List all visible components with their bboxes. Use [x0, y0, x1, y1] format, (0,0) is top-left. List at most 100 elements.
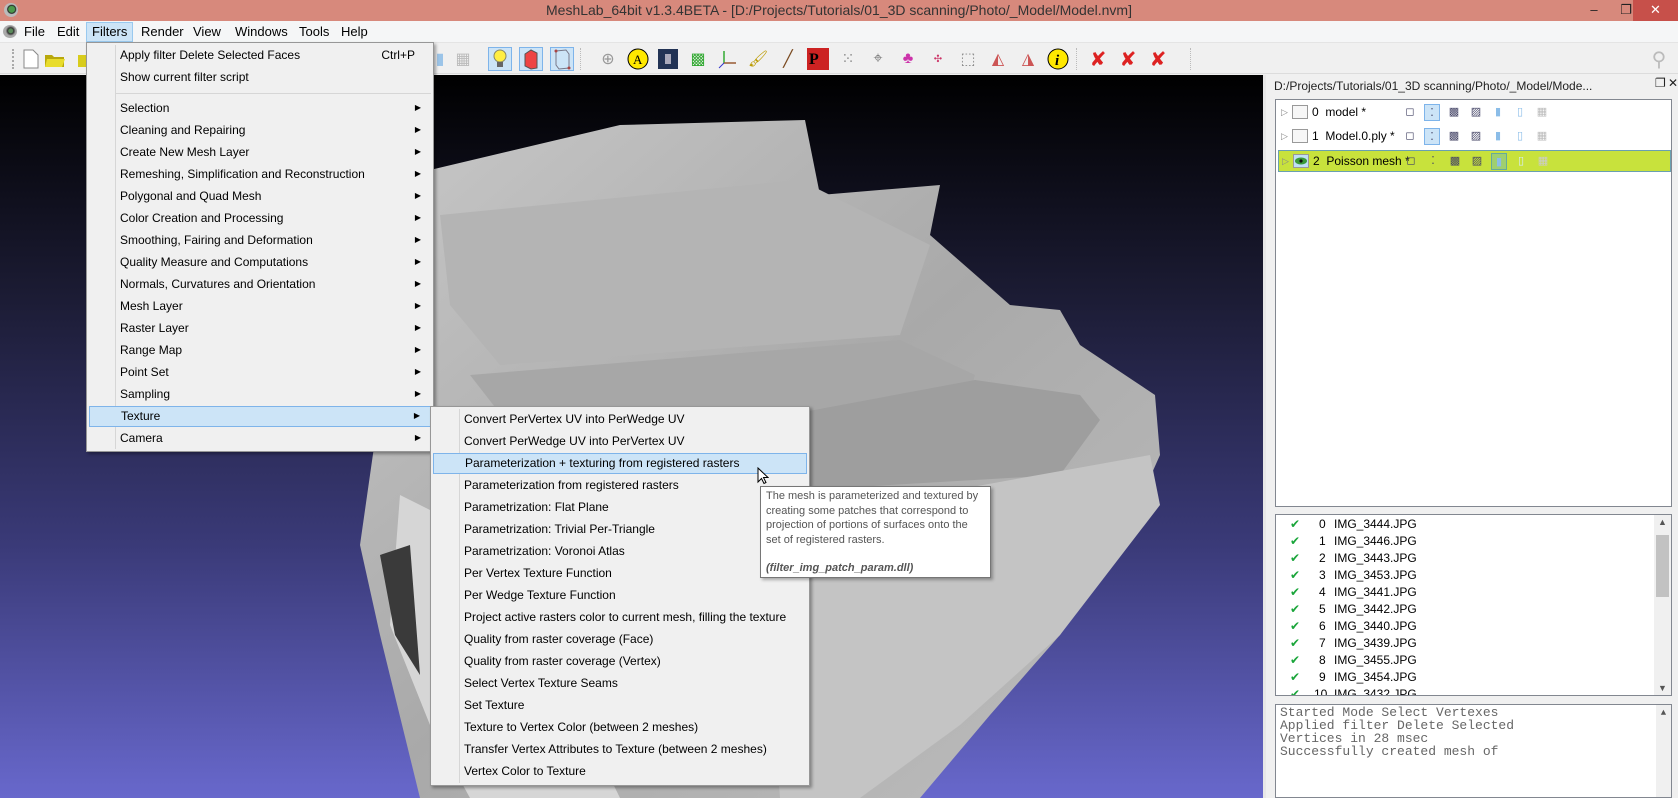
bbox-render-icon[interactable]: ◻ — [1403, 153, 1419, 170]
texture-item[interactable]: Quality from raster coverage (Face) — [433, 629, 807, 650]
texture-item[interactable]: Project active rasters color to current … — [433, 607, 807, 628]
check-icon[interactable]: ✔ — [1290, 534, 1300, 548]
wireframe-render-icon[interactable]: ▩ — [1447, 153, 1463, 170]
select-faces-icon[interactable]: ⬚ — [956, 47, 980, 71]
raster-scrollbar[interactable]: ▲ ▼ — [1654, 515, 1671, 695]
wireframe-render-icon[interactable]: ▩ — [1446, 128, 1462, 145]
flat-render-icon[interactable]: ▮ — [1490, 104, 1506, 121]
backface-icon[interactable] — [519, 47, 543, 71]
texture-item[interactable]: Texture to Vertex Color (between 2 meshe… — [433, 717, 807, 738]
submenu-quality[interactable]: Quality Measure and Computations ▶ — [89, 252, 431, 273]
check-icon[interactable]: ✔ — [1290, 602, 1300, 616]
show-filter-script-item[interactable]: Show current filter script — [89, 67, 431, 88]
dock-close-button[interactable]: ✕ — [1668, 76, 1678, 90]
wireframe-render-icon[interactable]: ▩ — [1446, 104, 1462, 121]
bbox-render-icon[interactable]: ◻ — [1402, 104, 1418, 121]
texture-item[interactable]: Set Texture — [433, 695, 807, 716]
submenu-sampling[interactable]: Sampling ▶ — [89, 384, 431, 405]
toolbar-grip[interactable] — [12, 49, 15, 69]
pick-points-icon[interactable]: P — [806, 47, 830, 71]
paint-bucket-icon[interactable]: 🖌 — [746, 47, 770, 71]
raster-row[interactable]: ✔ 9 IMG_3454.JPG — [1276, 670, 1646, 687]
smooth-render-icon[interactable]: ▯ — [1513, 153, 1529, 170]
raster-row[interactable]: ✔ 8 IMG_3455.JPG — [1276, 653, 1646, 670]
texture-item[interactable]: Transfer Vertex Attributes to Texture (b… — [433, 739, 807, 760]
select-connected-icon[interactable]: ⌖ — [866, 47, 890, 71]
submenu-texture[interactable]: Texture ▶ — [89, 406, 431, 427]
bbox-render-icon[interactable]: ◻ — [1402, 128, 1418, 145]
select-region-2-icon[interactable]: ◮ — [1016, 47, 1040, 71]
bounding-box-icon[interactable] — [550, 47, 574, 71]
check-icon[interactable]: ✔ — [1290, 585, 1300, 599]
visible-eye-icon[interactable] — [1293, 154, 1309, 168]
apply-last-filter-item[interactable]: Apply filter Delete Selected Faces Ctrl+P — [89, 45, 431, 66]
menu-edit[interactable]: Edit — [52, 22, 84, 42]
scroll-thumb[interactable] — [1656, 535, 1669, 597]
raster-row[interactable]: ✔ 5 IMG_3442.JPG — [1276, 602, 1646, 619]
check-icon[interactable]: ✔ — [1290, 551, 1300, 565]
menu-render[interactable]: Render — [136, 22, 189, 42]
scroll-up-icon[interactable]: ▲ — [1656, 707, 1671, 720]
texture-item[interactable]: Quality from raster coverage (Vertex) — [433, 651, 807, 672]
points-render-icon[interactable]: ⁚ — [1424, 104, 1440, 121]
check-icon[interactable]: ✔ — [1290, 670, 1300, 684]
submenu-normals[interactable]: Normals, Curvatures and Orientation ▶ — [89, 274, 431, 295]
minimize-button[interactable]: – — [1578, 0, 1610, 21]
submenu-camera[interactable]: Camera ▶ — [89, 428, 431, 449]
layer-row-selected[interactable]: ▷ 2 Poisson mesh * ◻ ⁚ ▩ ▨ ▮ ▯ ▦ — [1278, 150, 1671, 172]
delete-faces-icon[interactable]: ✘ — [1116, 47, 1140, 71]
hidden-line-icon[interactable]: ▨ — [1468, 128, 1484, 145]
texture-item[interactable]: Parametrization: Voronoi Atlas — [433, 541, 807, 562]
document-icon[interactable] — [3, 25, 17, 38]
hidden-line-icon[interactable]: ▨ — [1468, 104, 1484, 121]
flat-render-icon[interactable]: ▮ — [1490, 128, 1506, 145]
texture-render-icon[interactable]: ▦ — [1535, 153, 1551, 170]
new-file-icon[interactable] — [19, 47, 43, 71]
menu-view[interactable]: View — [188, 22, 226, 42]
raster-row[interactable]: ✔ 7 IMG_3439.JPG — [1276, 636, 1646, 653]
points-render-icon[interactable]: ⁚ — [1425, 153, 1441, 170]
raster-row[interactable]: ✔ 3 IMG_3453.JPG — [1276, 568, 1646, 585]
lighting-icon[interactable] — [488, 47, 512, 71]
menu-tools[interactable]: Tools — [294, 22, 334, 42]
expand-icon[interactable]: ▷ — [1282, 156, 1289, 167]
reference-icon[interactable]: ✣ — [926, 47, 950, 71]
close-button[interactable]: ✕ — [1633, 0, 1678, 21]
flat-render-icon[interactable]: ▮ — [1491, 153, 1507, 170]
paint-brush-icon[interactable]: ╱ — [776, 47, 800, 71]
submenu-point-set[interactable]: Point Set ▶ — [89, 362, 431, 383]
menu-windows[interactable]: Windows — [230, 22, 293, 42]
texture-item[interactable]: Convert PerVertex UV into PerWedge UV — [433, 409, 807, 430]
raster-row[interactable]: ✔ 6 IMG_3440.JPG — [1276, 619, 1646, 636]
check-icon[interactable]: ✔ — [1290, 568, 1300, 582]
submenu-cleaning[interactable]: Cleaning and Repairing ▶ — [89, 120, 431, 141]
submenu-mesh-layer[interactable]: Mesh Layer ▶ — [89, 296, 431, 317]
hidden-line-icon[interactable]: ▨ — [1469, 153, 1485, 170]
hidden-eye-icon[interactable] — [1292, 105, 1308, 119]
select-region-icon[interactable]: ◭ — [986, 47, 1010, 71]
texture-item[interactable]: Parameterization from registered rasters — [433, 475, 807, 496]
annotation-icon[interactable]: A — [626, 47, 650, 71]
texture-item[interactable]: Vertex Color to Texture — [433, 761, 807, 782]
check-icon[interactable]: ✔ — [1290, 636, 1300, 650]
check-icon[interactable]: ✔ — [1290, 653, 1300, 667]
raster-row[interactable]: ✔ 2 IMG_3443.JPG — [1276, 551, 1646, 568]
menu-help[interactable]: Help — [336, 22, 373, 42]
submenu-smoothing[interactable]: Smoothing, Fairing and Deformation ▶ — [89, 230, 431, 251]
submenu-remeshing[interactable]: Remeshing, Simplification and Reconstruc… — [89, 164, 431, 185]
render-texture-icon[interactable]: ▦ — [451, 47, 475, 71]
texture-item[interactable]: Select Vertex Texture Seams — [433, 673, 807, 694]
log-scrollbar[interactable]: ▲ — [1656, 705, 1671, 797]
dock-float-button[interactable]: ❐ — [1655, 76, 1666, 90]
texture-param-icon[interactable]: ▩ — [686, 47, 710, 71]
expand-icon[interactable]: ▷ — [1281, 107, 1288, 118]
scroll-down-icon[interactable]: ▼ — [1654, 683, 1671, 693]
submenu-create-layer[interactable]: Create New Mesh Layer ▶ — [89, 142, 431, 163]
texture-render-icon[interactable]: ▦ — [1534, 104, 1550, 121]
delete-vertices-icon[interactable]: ✘ — [1086, 47, 1110, 71]
points-render-icon[interactable]: ⁚ — [1424, 128, 1440, 145]
smooth-render-icon[interactable]: ▯ — [1512, 104, 1528, 121]
delete-faces-vertices-icon[interactable]: ✘ — [1146, 47, 1170, 71]
hidden-eye-icon[interactable] — [1292, 129, 1308, 143]
texture-item[interactable]: Per Vertex Texture Function — [433, 563, 807, 584]
